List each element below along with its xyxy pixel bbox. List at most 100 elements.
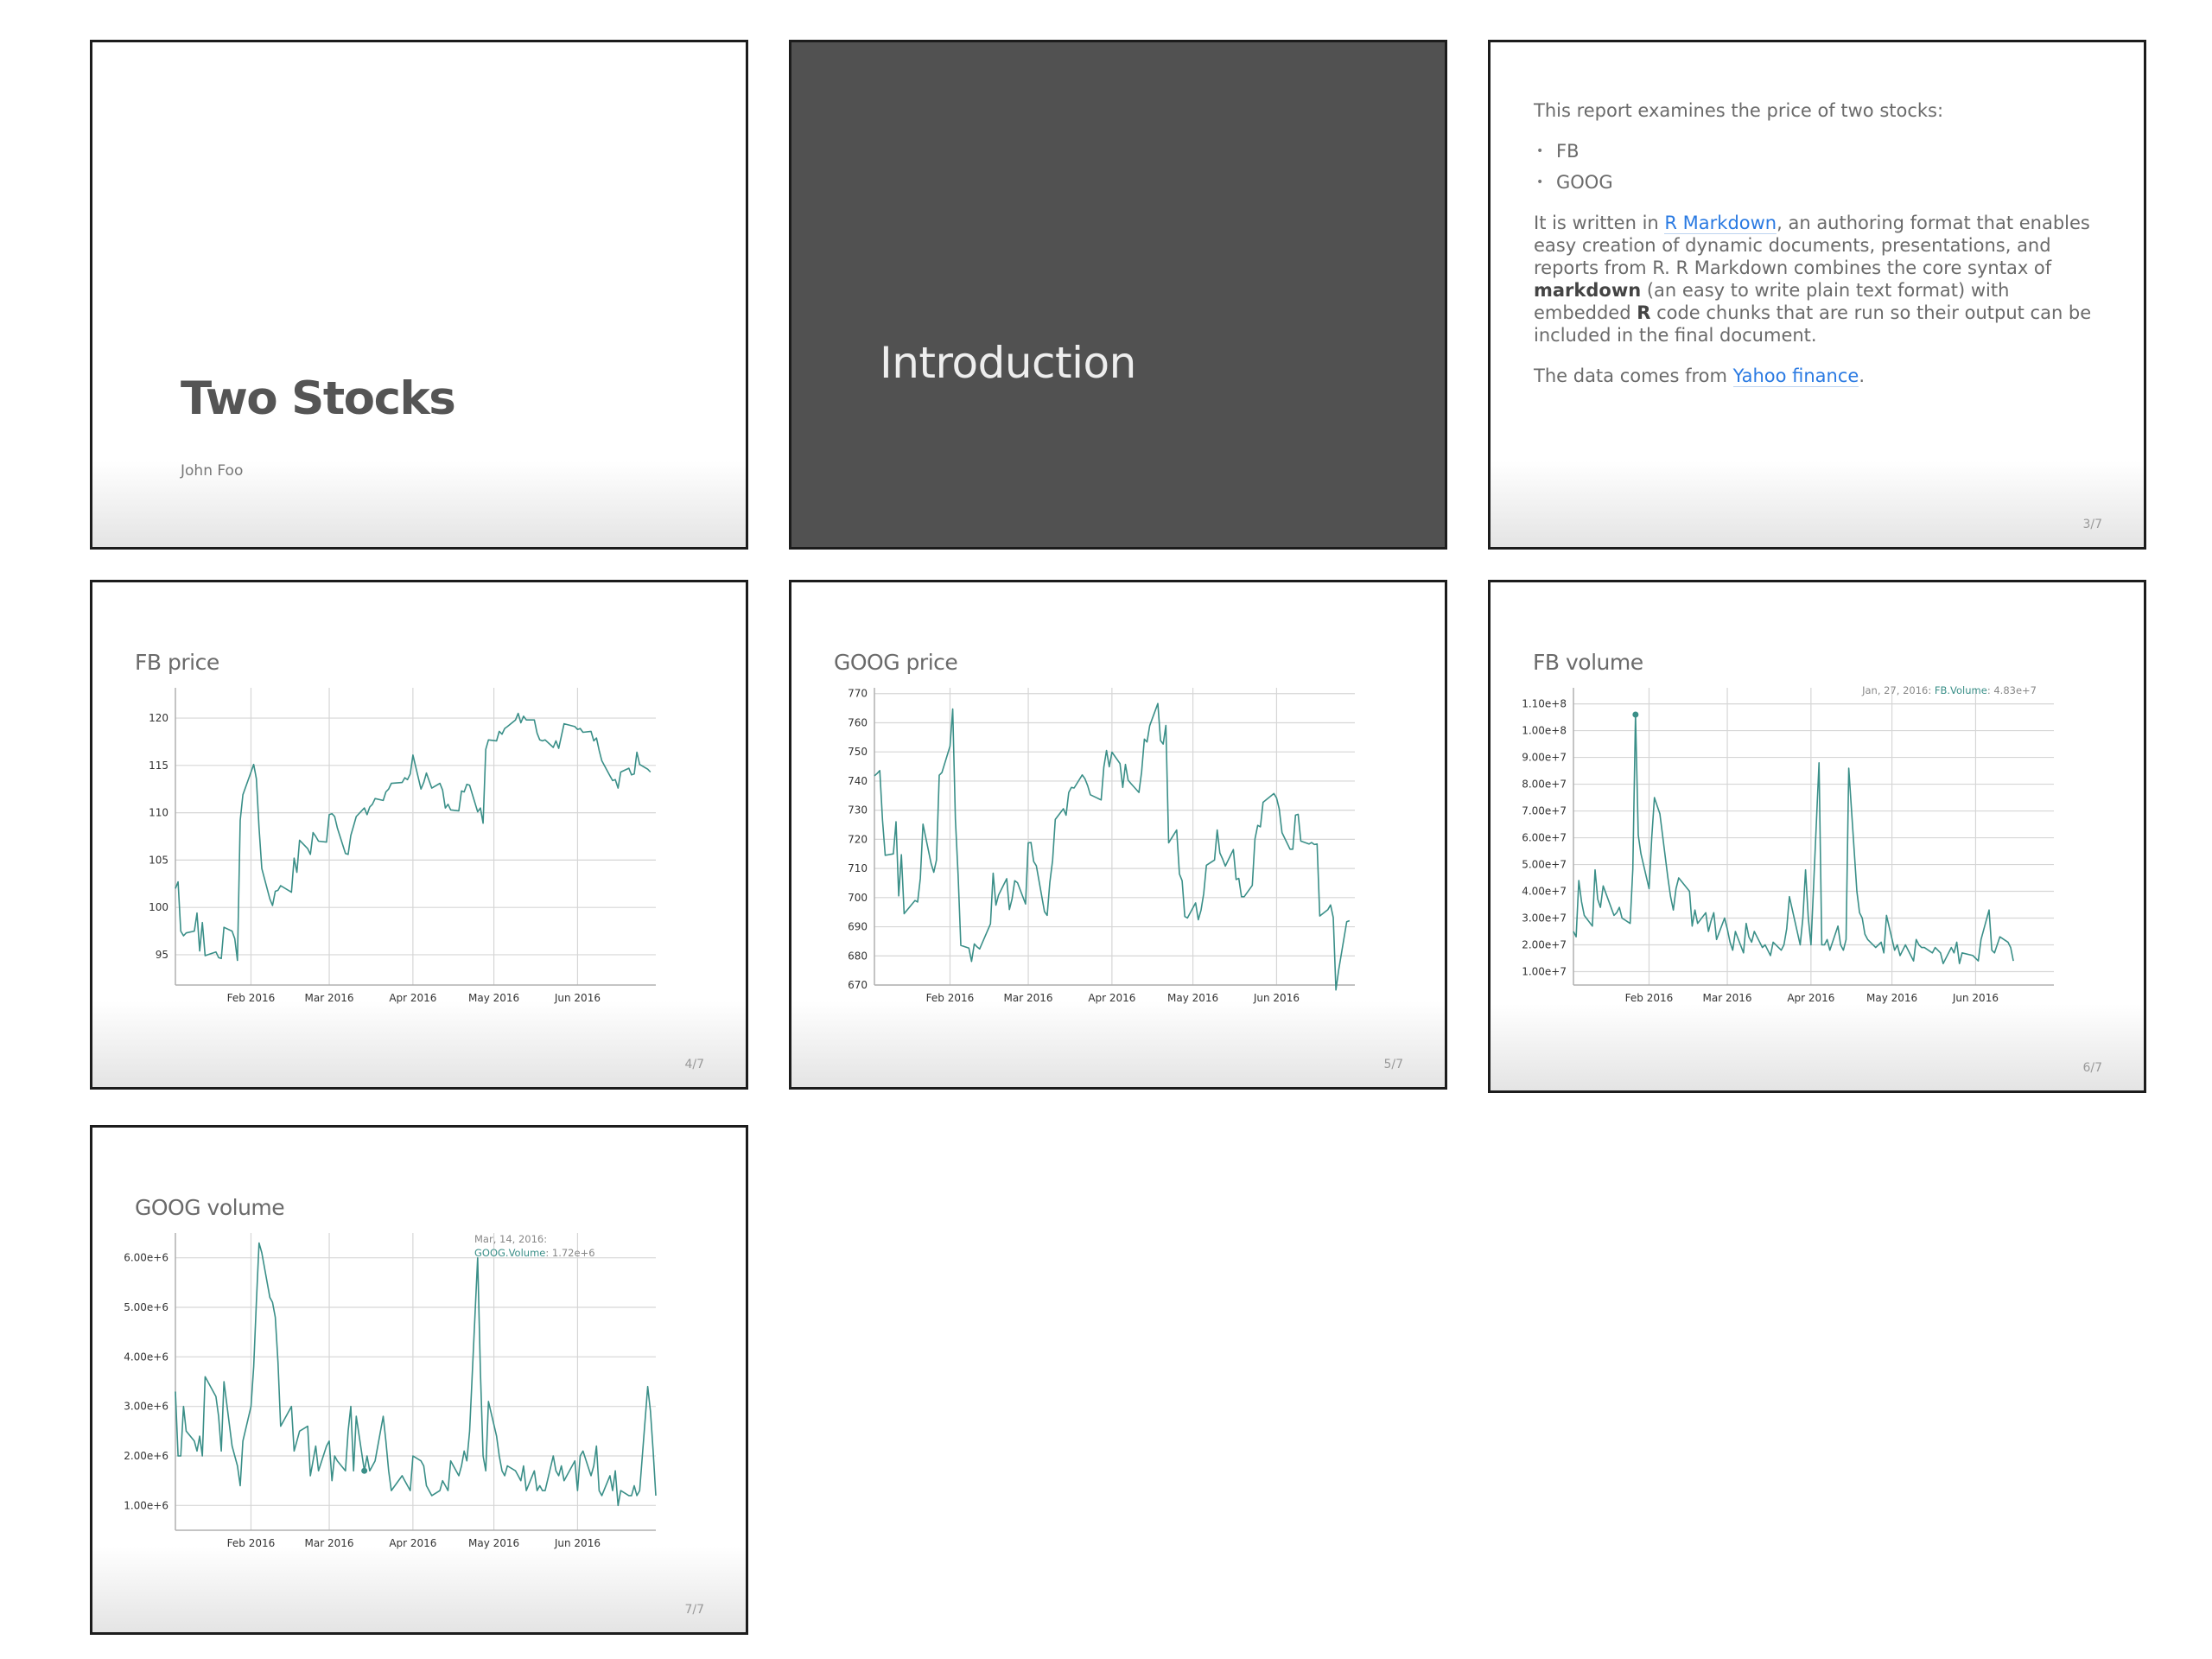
y-tick-label: 110: [149, 807, 168, 819]
page-number: 6/7: [2082, 1061, 2102, 1075]
y-tick-label: 680: [848, 950, 868, 962]
goog-volume-chart[interactable]: 1.00e+6 2.00e+6 3.00e+6 4.00e+6 5.00e+6 6.00e…: [92, 1128, 746, 1632]
y-tick-label: 1.00e+6: [124, 1499, 168, 1511]
y-tick-label: 5.00e+7: [1522, 859, 1567, 871]
tooltip-series: GOOG.Volume: [474, 1247, 545, 1259]
x-tick-label: May 2016: [1167, 992, 1218, 1004]
y-tick-label: 115: [149, 760, 168, 772]
slide-body: This report examines the price of two st…: [1534, 99, 2104, 405]
y-tick-label: 670: [848, 979, 868, 991]
slide-fb-volume[interactable]: FB volume 1.00e+7 2.00e+7 3.00e+7 4.00e+7 5.…: [1488, 580, 2146, 1093]
goog-price-chart[interactable]: 670 680 690 700 710 720 730 740 750 760 770 Feb 201…: [791, 582, 1445, 1087]
y-tick-label: 9.00e+7: [1522, 752, 1567, 764]
tooltip-value: : 4.83e+7: [1987, 684, 2037, 696]
slide-title[interactable]: Two Stocks John Foo: [90, 40, 748, 550]
x-tick-label: Jun 2016: [1952, 992, 1999, 1004]
section-title: Introduction: [880, 338, 1136, 388]
x-tick-label: Jun 2016: [554, 1537, 601, 1549]
y-tick-label: 1.00e+7: [1522, 966, 1567, 978]
page-number: 5/7: [1383, 1058, 1403, 1071]
y-tick-label: 2.00e+6: [124, 1450, 168, 1462]
highlighted-point[interactable]: [1632, 711, 1639, 718]
y-tick-label: 710: [848, 862, 868, 874]
x-tick-label: Apr 2016: [1088, 992, 1135, 1004]
slide-fb-price[interactable]: FB price 95 100 105 110 115 120 Feb 2016 Mar 20…: [90, 580, 748, 1090]
x-tick-label: Mar 2016: [305, 1537, 354, 1549]
series-line[interactable]: [1573, 714, 2014, 965]
y-tick-label: 5.00e+6: [124, 1301, 168, 1313]
slide-goog-volume[interactable]: GOOG volume 1.00e+6 2.00e+6 3.00e+6 4.00e+6…: [90, 1125, 748, 1635]
x-tick-label: Feb 2016: [227, 1537, 276, 1549]
y-tick-label: 105: [149, 854, 168, 866]
x-tick-label: Feb 2016: [926, 992, 975, 1004]
stock-name: FB: [1556, 141, 1580, 162]
x-tick-label: Jun 2016: [1253, 992, 1300, 1004]
x-tick-label: Mar 2016: [305, 992, 354, 1004]
fb-volume-chart[interactable]: 1.00e+7 2.00e+7 3.00e+7 4.00e+7 5.00e+7 6.00e…: [1491, 582, 2144, 1090]
r-bold: R: [1637, 302, 1651, 323]
x-tick-label: May 2016: [468, 1537, 519, 1549]
slide-goog-price[interactable]: GOOG price 670 680 690 700 710 720 730 740 750 76…: [789, 580, 1447, 1090]
stock-name: GOOG: [1556, 172, 1613, 193]
x-tick-label: Jun 2016: [554, 992, 601, 1004]
y-tick-label: 6.00e+6: [124, 1252, 168, 1264]
bullet-icon: •: [1536, 144, 1544, 158]
y-tick-label: 100: [149, 901, 168, 913]
slide-introduction[interactable]: Introduction: [789, 40, 1447, 550]
data-source-paragraph: The data comes from Yahoo finance.: [1534, 365, 2104, 387]
y-tick-label: 4.00e+6: [124, 1351, 168, 1363]
bullet-icon: •: [1536, 175, 1544, 189]
y-tick-label: 720: [848, 833, 868, 845]
y-tick-label: 750: [848, 746, 868, 758]
y-tick-label: 700: [848, 892, 868, 904]
x-tick-label: May 2016: [468, 992, 519, 1004]
page-number: 7/7: [684, 1603, 704, 1617]
y-tick-label: 1.10e+8: [1522, 698, 1567, 710]
x-tick-label: Mar 2016: [1004, 992, 1053, 1004]
tooltip-series: FB.Volume: [1935, 684, 1987, 696]
x-tick-label: May 2016: [1866, 992, 1917, 1004]
yahoo-finance-link[interactable]: Yahoo finance: [1732, 365, 1859, 387]
tooltip-date: Mar, 14, 2016:: [474, 1233, 547, 1245]
y-tick-label: 3.00e+7: [1522, 912, 1567, 925]
y-tick-label: 8.00e+7: [1522, 779, 1567, 791]
y-tick-label: 4.00e+7: [1522, 886, 1567, 898]
y-tick-label: 7.00e+7: [1522, 805, 1567, 817]
y-tick-label: 690: [848, 921, 868, 933]
x-tick-label: Apr 2016: [389, 992, 436, 1004]
tooltip-value: : 1.72e+6: [545, 1247, 594, 1259]
stock-list: • FB • GOOG: [1534, 140, 2104, 194]
highlighted-point[interactable]: [361, 1467, 368, 1474]
y-tick-label: 3.00e+6: [124, 1401, 168, 1413]
chart-legend-tooltip: Jan, 27, 2016: FB.Volume: 4.83e+7: [1861, 684, 2037, 696]
x-tick-label: Feb 2016: [227, 992, 276, 1004]
paragraph-text: It is written in: [1534, 213, 1665, 233]
y-tick-label: 1.00e+8: [1522, 725, 1567, 737]
paragraph-text: The data comes from: [1534, 365, 1733, 386]
y-tick-label: 740: [848, 775, 868, 787]
r-markdown-link[interactable]: R Markdown: [1664, 213, 1777, 234]
y-tick-label: 770: [848, 688, 868, 700]
x-tick-label: Apr 2016: [389, 1537, 436, 1549]
x-tick-label: Apr 2016: [1787, 992, 1834, 1004]
y-tick-label: 120: [149, 712, 168, 724]
y-tick-label: 95: [156, 949, 168, 961]
y-tick-label: 6.00e+7: [1522, 832, 1567, 844]
page-number: 3/7: [2082, 518, 2102, 531]
tooltip-date: Jan, 27, 2016:: [1861, 684, 1935, 696]
y-tick-label: 2.00e+7: [1522, 939, 1567, 951]
x-tick-label: Mar 2016: [1703, 992, 1752, 1004]
author-name: John Foo: [181, 462, 244, 480]
fb-price-chart[interactable]: 95 100 105 110 115 120 Feb 2016 Mar 2016 Apr 201…: [92, 582, 746, 1087]
series-line[interactable]: [175, 1242, 657, 1507]
y-tick-label: 730: [848, 804, 868, 817]
intro-text: This report examines the price of two st…: [1534, 100, 1944, 121]
page-number: 4/7: [684, 1058, 704, 1071]
presentation-title: Two Stocks: [181, 372, 456, 425]
y-tick-label: 760: [848, 716, 868, 728]
stock-list-item: • GOOG: [1534, 171, 2104, 194]
markdown-bold: markdown: [1534, 280, 1642, 301]
chart-legend-tooltip: GOOG.Volume: 1.72e+6: [474, 1247, 595, 1259]
paragraph-text: .: [1859, 365, 1866, 386]
slide-report-text[interactable]: This report examines the price of two st…: [1488, 40, 2146, 550]
